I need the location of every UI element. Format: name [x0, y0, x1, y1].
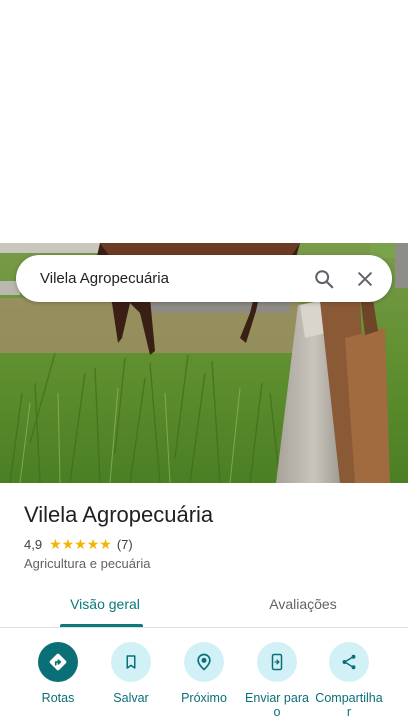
send-to-phone-label: Enviar para o [245, 691, 309, 719]
share-button[interactable]: Compartilhar [313, 638, 385, 719]
review-count: (7) [116, 537, 133, 552]
search-bar[interactable]: Vilela Agropecuária [16, 255, 392, 302]
tab-overview-label: Visão geral [70, 596, 140, 612]
directions-button[interactable]: Rotas [22, 638, 94, 705]
nearby-icon [184, 642, 224, 682]
nearby-label: Próximo [181, 691, 227, 705]
search-icon[interactable] [310, 265, 338, 293]
tab-reviews-label: Avaliações [269, 596, 337, 612]
save-label: Salvar [113, 691, 149, 705]
nearby-button[interactable]: Próximo [168, 638, 240, 705]
tab-bar: Visão geral Avaliações [0, 583, 408, 628]
directions-icon [38, 642, 78, 682]
map-area[interactable] [0, 0, 408, 243]
close-icon[interactable] [351, 265, 379, 293]
save-button[interactable]: Salvar [95, 638, 167, 705]
directions-label: Rotas [41, 691, 75, 705]
search-input[interactable]: Vilela Agropecuária [40, 270, 392, 287]
share-label: Compartilhar [315, 691, 383, 719]
place-sheet: Vilela Agropecuária 4,9 ★★★★★ (7) Agricu… [0, 483, 408, 726]
star-rating-icon: ★★★★★ [49, 536, 112, 552]
share-icon [329, 642, 369, 682]
tab-selected-indicator [60, 624, 143, 627]
tab-overview[interactable]: Visão geral [40, 583, 170, 627]
rating-value: 4,9 [24, 537, 43, 552]
place-title: Vilela Agropecuária [24, 502, 214, 527]
tab-reviews[interactable]: Avaliações [238, 583, 368, 627]
send-to-phone-icon [257, 642, 297, 682]
place-category: Agricultura e pecuária [24, 556, 151, 571]
rating-row[interactable]: 4,9 ★★★★★ (7) [24, 536, 133, 553]
action-buttons: Rotas Salvar Próximo Enviar para o Compa… [0, 638, 408, 726]
bookmark-icon [111, 642, 151, 682]
send-to-phone-button[interactable]: Enviar para o [241, 638, 313, 719]
